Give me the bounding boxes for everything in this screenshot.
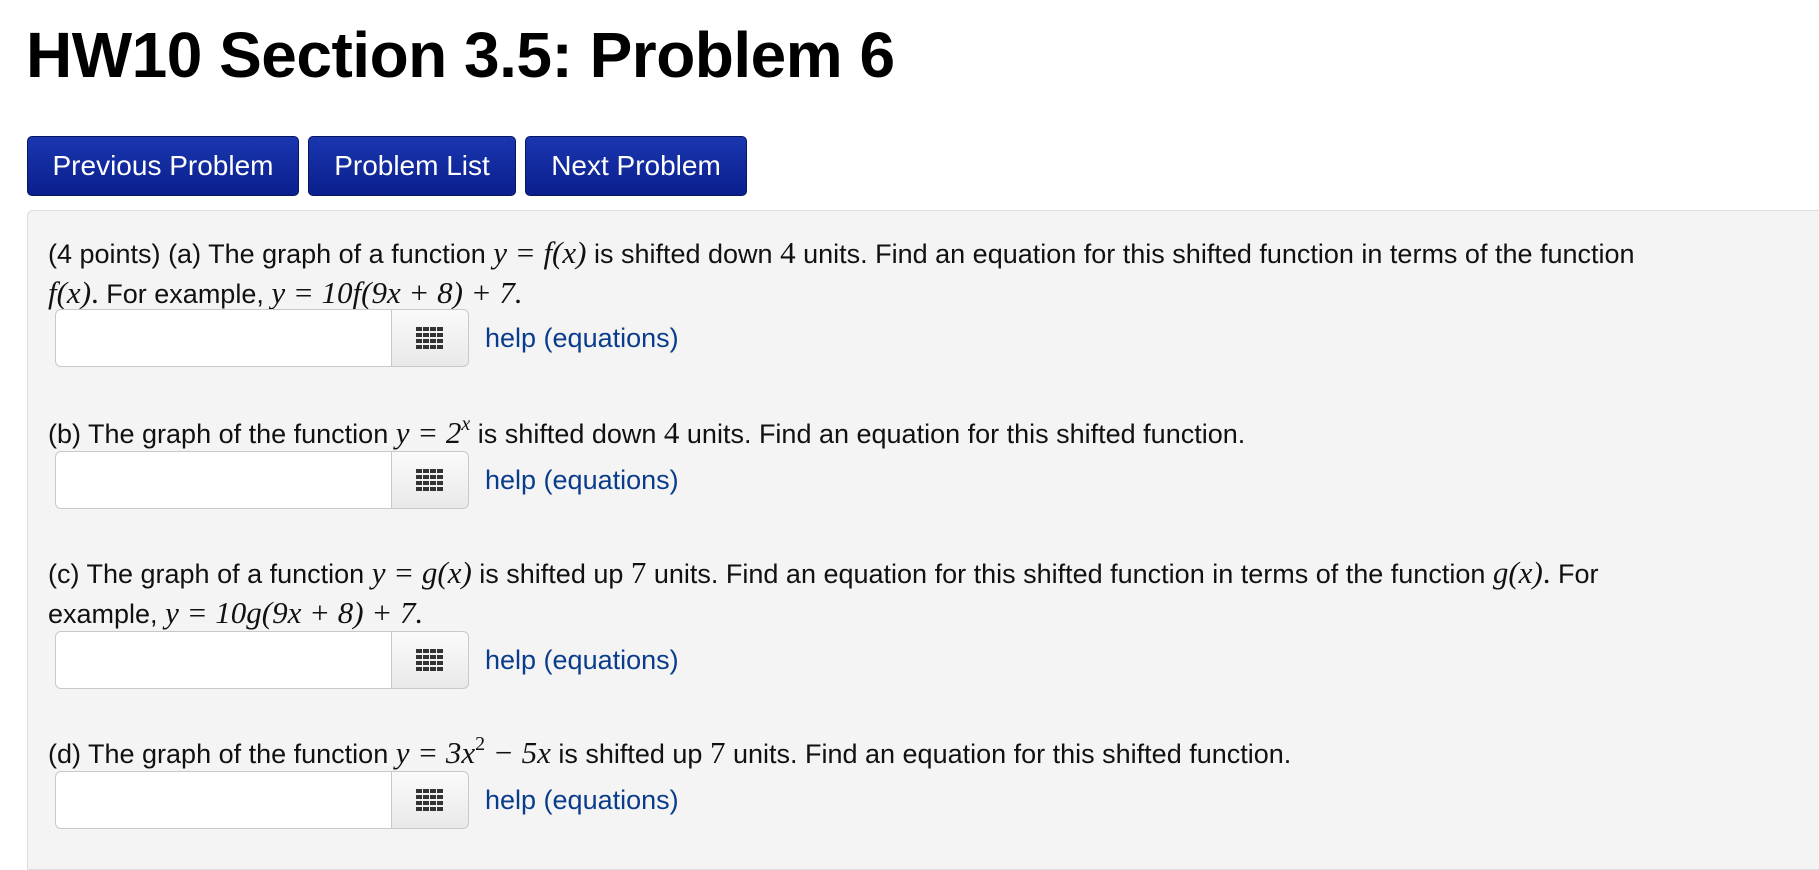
help-equations-link[interactable]: help (equations) — [485, 785, 679, 816]
math-expression: y = 2x — [395, 413, 471, 450]
keypad-grid-icon[interactable] — [391, 309, 469, 367]
problem-list-button[interactable]: Problem List — [308, 136, 516, 196]
math-number: 4 — [663, 415, 680, 450]
part-a-text-line2: f(x). For example, y = 10f(9x + 8) + 7. — [48, 275, 523, 310]
math-expression: y = 10g(9x + 8) + 7. — [165, 595, 424, 630]
keypad-grid-icon[interactable] — [391, 451, 469, 509]
next-problem-button[interactable]: Next Problem — [525, 136, 747, 196]
page-title: HW10 Section 3.5: Problem 6 — [26, 19, 895, 91]
answer-input-b[interactable] — [55, 451, 391, 509]
math-number: 4 — [780, 235, 796, 270]
math-number: 7 — [709, 735, 726, 770]
answer-input-a[interactable] — [55, 309, 391, 367]
answer-input-c[interactable] — [55, 631, 391, 689]
keypad-grid-icon[interactable] — [391, 771, 469, 829]
part-c-text-line1: (c) The graph of a function y = g(x) is … — [48, 555, 1599, 590]
help-equations-link[interactable]: help (equations) — [485, 323, 679, 354]
answer-row-b: help (equations) — [55, 451, 679, 509]
previous-problem-button[interactable]: Previous Problem — [27, 136, 299, 196]
problem-nav: Previous Problem Problem List Next Probl… — [27, 136, 747, 196]
answer-row-d: help (equations) — [55, 771, 679, 829]
math-expression: f(x). — [48, 275, 99, 310]
math-expression: g(x). — [1492, 555, 1551, 590]
answer-row-a: help (equations) — [55, 309, 679, 367]
part-d-text: (d) The graph of the function y = 3x2 − … — [48, 733, 1292, 770]
answer-row-c: help (equations) — [55, 631, 679, 689]
math-expression: y = f(x) — [493, 235, 587, 270]
part-b-text: (b) The graph of the function y = 2x is … — [48, 413, 1246, 450]
points-label: (4 points) — [48, 239, 161, 269]
part-c-text-line2: example, y = 10g(9x + 8) + 7. — [48, 595, 424, 630]
math-expression: y = 3x2 − 5x — [395, 733, 551, 770]
part-a-text-line1: (4 points) (a) The graph of a function y… — [48, 235, 1635, 270]
keypad-grid-icon[interactable] — [391, 631, 469, 689]
problem-body: (4 points) (a) The graph of a function y… — [27, 210, 1819, 870]
help-equations-link[interactable]: help (equations) — [485, 645, 679, 676]
help-equations-link[interactable]: help (equations) — [485, 465, 679, 496]
math-expression: y = 10f(9x + 8) + 7. — [271, 275, 523, 310]
answer-input-d[interactable] — [55, 771, 391, 829]
math-expression: y = g(x) — [371, 555, 472, 590]
math-number: 7 — [630, 555, 647, 590]
